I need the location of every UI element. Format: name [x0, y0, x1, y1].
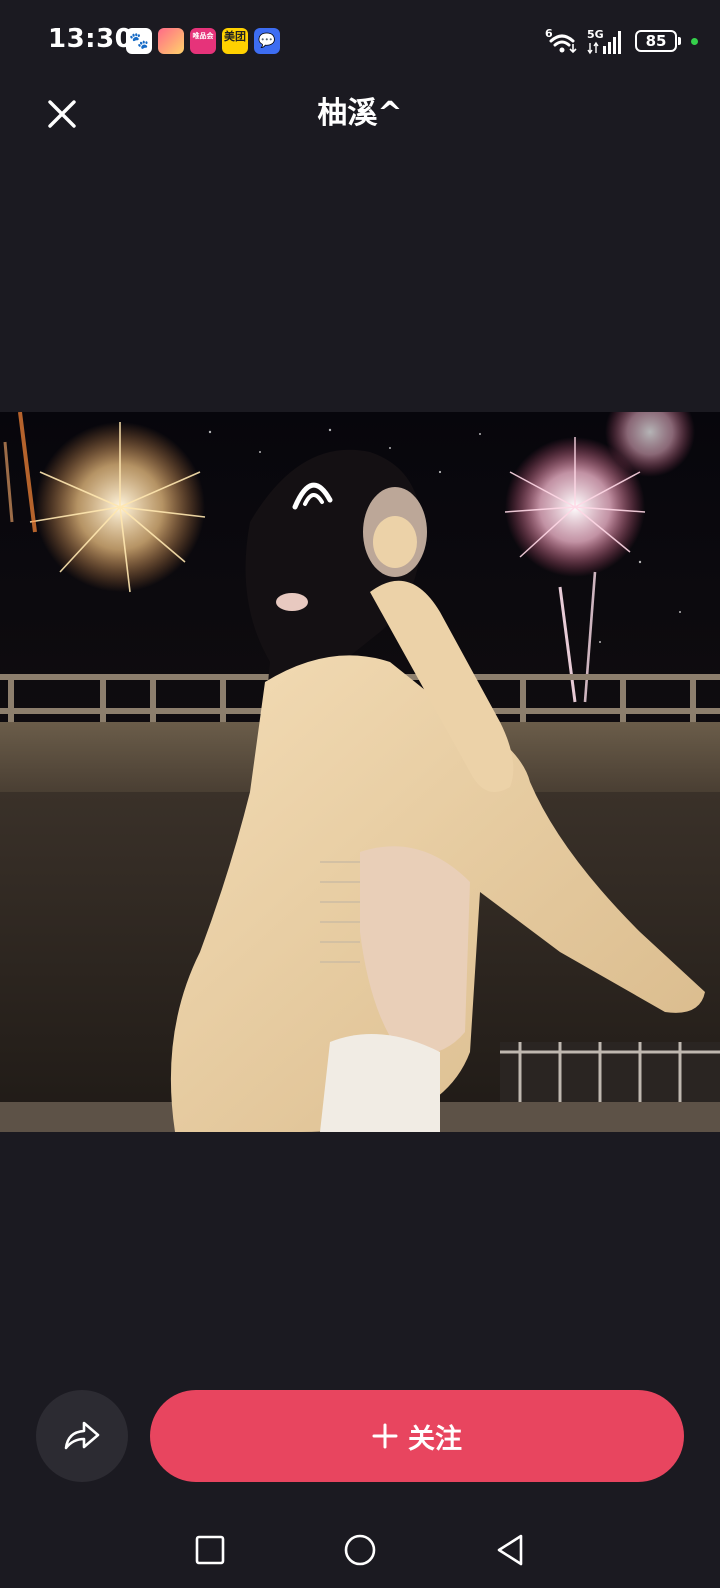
follow-button[interactable]: 关注 — [150, 1390, 684, 1482]
back-icon — [497, 1534, 523, 1566]
network-label: 5G — [587, 28, 604, 41]
share-button[interactable] — [36, 1390, 128, 1482]
message-icon: 💬 — [254, 28, 280, 54]
follow-label: 关注 — [408, 1423, 462, 1455]
page-title: 柚溪^ — [317, 96, 403, 131]
status-bar: 13:30 🐾 唯品会 美团 💬 6 5G 85 — [0, 0, 720, 80]
post-photo[interactable]: 点赞 — [0, 412, 720, 1132]
status-time: 13:30 — [48, 24, 134, 54]
baidu-icon: 🐾 — [126, 28, 152, 54]
close-button[interactable] — [40, 92, 84, 136]
wifi-label: 6 — [545, 27, 553, 40]
wifi-icon: 6 — [545, 27, 577, 54]
status-indicators: 6 5G 85 — [545, 26, 698, 56]
privacy-indicator-dot — [691, 37, 698, 45]
plus-icon — [372, 1423, 398, 1449]
recent-apps-icon — [195, 1535, 225, 1565]
share-icon — [64, 1421, 100, 1450]
signal-icon: 5G — [587, 28, 621, 55]
home-icon — [344, 1534, 376, 1566]
recent-apps-button[interactable] — [180, 1520, 240, 1580]
vip-app-icon: 唯品会 — [190, 28, 216, 54]
close-icon — [48, 100, 76, 128]
home-button[interactable] — [330, 1520, 390, 1580]
notification-icons: 🐾 唯品会 美团 💬 — [126, 28, 280, 54]
back-button[interactable] — [480, 1520, 540, 1580]
battery-indicator: 85 — [635, 30, 681, 52]
meituan-icon: 美团 — [222, 28, 248, 54]
photo-illustration — [0, 412, 720, 1132]
image-viewer-screen: 13:30 🐾 唯品会 美团 💬 6 5G 85 柚溪^ 关注 — [0, 0, 720, 1588]
system-navigation-bar — [0, 1520, 720, 1580]
store-app-icon — [158, 28, 184, 54]
